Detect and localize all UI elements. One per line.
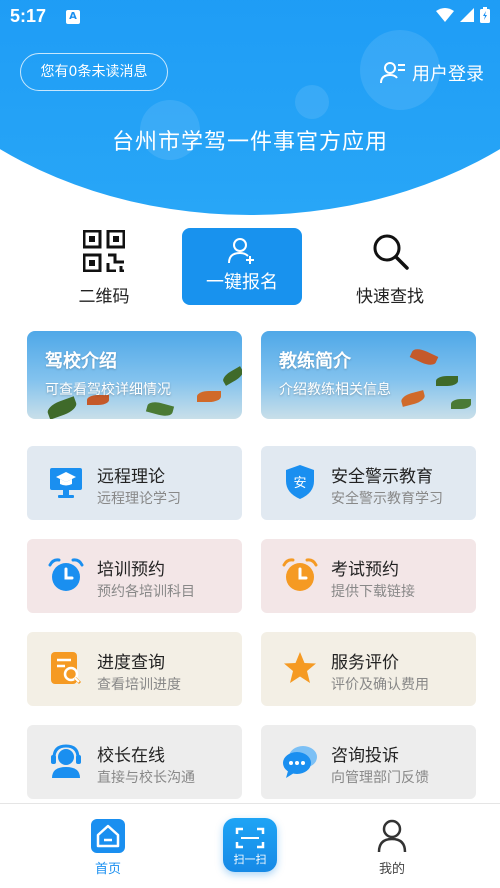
nav-mine[interactable]: 我的 xyxy=(352,818,432,877)
status-bar: 5:17 A xyxy=(0,0,500,34)
signal-icon xyxy=(460,8,474,22)
user-list-icon xyxy=(380,62,405,84)
wifi-icon xyxy=(436,8,454,22)
decor-leaf xyxy=(45,396,79,419)
quick-search-label: 快速查找 xyxy=(356,287,424,307)
exam-booking-card[interactable]: 考试预约 提供下载链接 xyxy=(261,539,476,613)
card-subtitle: 查看培训进度 xyxy=(97,677,181,693)
monitor-graduation-icon xyxy=(47,462,85,502)
card-subtitle: 安全警示教育学习 xyxy=(331,491,443,507)
card-title: 培训预约 xyxy=(97,560,165,580)
star-icon xyxy=(281,648,319,688)
remote-theory-card[interactable]: 远程理论 远程理论学习 xyxy=(27,446,242,520)
driving-school-banner[interactable]: 驾校介绍 可查看驾校详细情况 xyxy=(27,331,242,419)
header: 5:17 A 您有0条未读消息 用户登录 台州市学驾一件事官方应用 xyxy=(0,0,500,215)
scan-button[interactable]: 扫一扫 xyxy=(223,818,277,872)
decor-leaf xyxy=(220,366,242,386)
shield-text: 安 xyxy=(293,476,306,491)
alarm-clock-icon xyxy=(281,555,319,595)
scan-icon xyxy=(235,827,265,849)
qr-code-button[interactable]: 二维码 xyxy=(62,228,146,307)
card-subtitle: 提供下载链接 xyxy=(331,584,415,600)
decor-leaf xyxy=(409,346,439,368)
search-icon xyxy=(340,228,440,274)
card-title: 服务评价 xyxy=(331,653,399,673)
card-title: 安全警示教育 xyxy=(331,467,433,487)
notification-icon: A xyxy=(66,10,80,24)
decor-bubble xyxy=(295,85,329,119)
one-click-signup-label: 一键报名 xyxy=(206,272,278,293)
card-subtitle: 远程理论学习 xyxy=(97,491,181,507)
card-subtitle: 向管理部门反馈 xyxy=(331,770,429,786)
login-button[interactable]: 用户登录 xyxy=(380,60,484,86)
battery-icon xyxy=(480,7,490,23)
quick-actions: 二维码 一键报名 快速查找 xyxy=(0,228,500,308)
coach-intro-banner[interactable]: 教练简介 介绍教练相关信息 xyxy=(261,331,476,419)
banner-subtitle: 可查看驾校详细情况 xyxy=(45,382,171,398)
card-title: 咨询投诉 xyxy=(331,746,399,766)
alarm-clock-icon xyxy=(47,555,85,595)
quick-search-button[interactable]: 快速查找 xyxy=(340,228,440,307)
chat-bubbles-icon xyxy=(281,741,319,781)
qr-code-icon xyxy=(62,228,146,274)
login-label: 用户登录 xyxy=(412,64,484,85)
card-subtitle: 预约各培训科目 xyxy=(97,584,195,600)
card-title: 进度查询 xyxy=(97,653,165,673)
service-rating-card[interactable]: 服务评价 评价及确认费用 xyxy=(261,632,476,706)
home-icon xyxy=(68,818,148,854)
qr-code-label: 二维码 xyxy=(78,287,130,307)
decor-leaf xyxy=(399,390,427,407)
decor-leaf xyxy=(197,391,221,402)
app-title: 台州市学驾一件事官方应用 xyxy=(111,130,388,155)
decor-leaf xyxy=(145,399,175,419)
banner-title: 驾校介绍 xyxy=(45,351,117,372)
banner-subtitle: 介绍教练相关信息 xyxy=(279,382,391,398)
scan-label: 扫一扫 xyxy=(233,853,267,866)
unread-messages-pill[interactable]: 您有0条未读消息 xyxy=(20,53,168,91)
document-search-icon xyxy=(47,648,85,688)
headset-person-icon xyxy=(47,741,85,781)
training-booking-card[interactable]: 培训预约 预约各培训科目 xyxy=(27,539,242,613)
card-title: 校长在线 xyxy=(97,746,165,766)
nav-home[interactable]: 首页 xyxy=(68,818,148,877)
status-icons xyxy=(436,7,490,23)
card-title: 远程理论 xyxy=(97,467,165,487)
add-user-icon xyxy=(182,228,302,268)
card-subtitle: 直接与校长沟通 xyxy=(97,770,195,786)
decor-leaf xyxy=(451,399,471,409)
safety-education-card[interactable]: 安 安全警示教育 安全警示教育学习 xyxy=(261,446,476,520)
nav-home-label: 首页 xyxy=(94,862,121,877)
consult-complaint-card[interactable]: 咨询投诉 向管理部门反馈 xyxy=(261,725,476,799)
shield-icon: 安 xyxy=(281,462,319,502)
status-time: 5:17 xyxy=(10,6,47,26)
person-icon xyxy=(352,818,432,854)
progress-query-card[interactable]: 进度查询 查看培训进度 xyxy=(27,632,242,706)
decor-leaf xyxy=(436,376,458,386)
card-subtitle: 评价及确认费用 xyxy=(331,677,429,693)
banner-title: 教练简介 xyxy=(279,351,351,372)
nav-mine-label: 我的 xyxy=(378,862,405,877)
card-title: 考试预约 xyxy=(331,560,399,580)
one-click-signup-button[interactable]: 一键报名 xyxy=(182,228,302,305)
principal-online-card[interactable]: 校长在线 直接与校长沟通 xyxy=(27,725,242,799)
